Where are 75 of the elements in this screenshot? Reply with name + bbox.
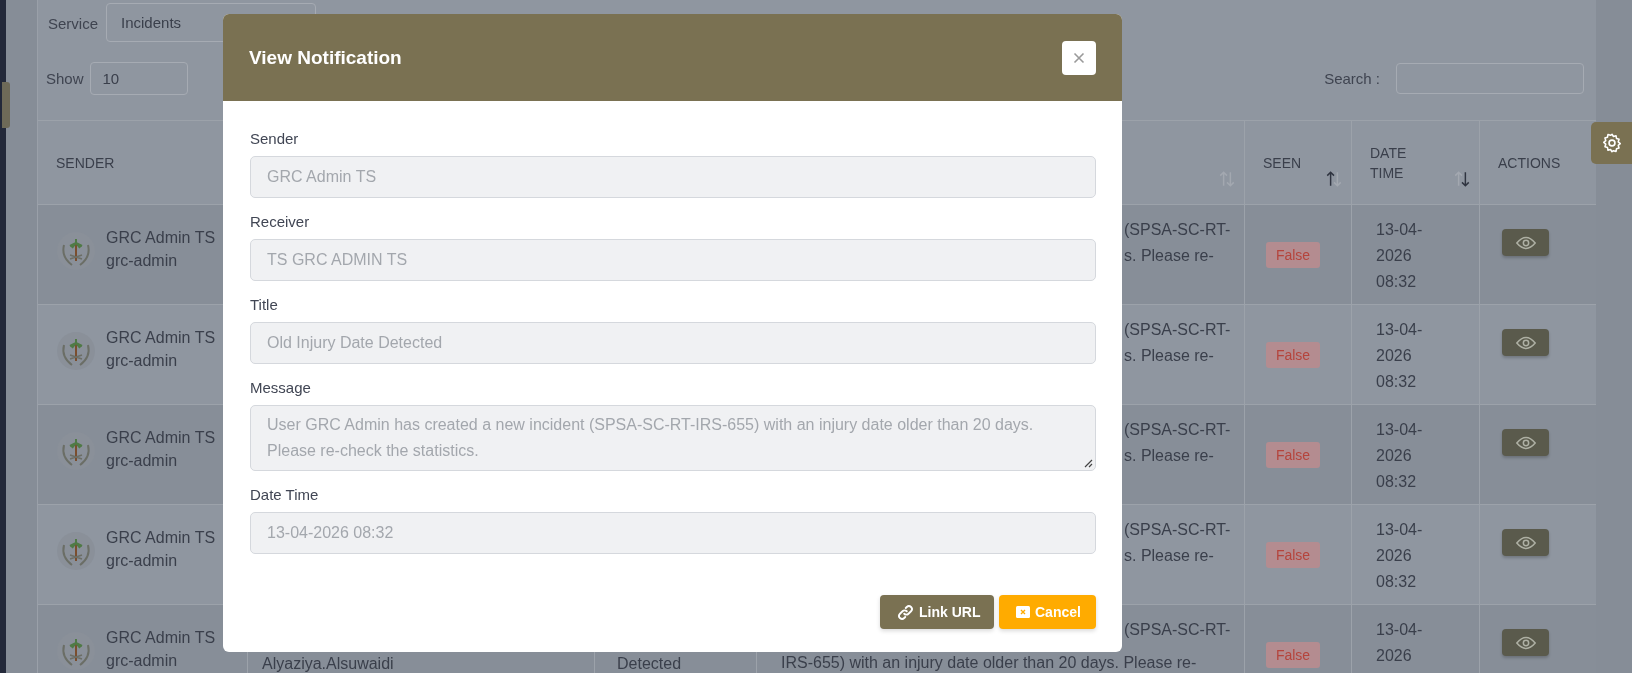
message-textarea[interactable]: User GRC Admin has created a new incident (SPSA-SC-RT-IRS-655) with an injury date older than 20 days. Please re-check the statistics. bbox=[250, 405, 1096, 471]
readonly-field[interactable]: 13-04-2026 08:32 bbox=[250, 512, 1096, 554]
column-header[interactable]: ACTIONS bbox=[1498, 152, 1561, 173]
date-time-text: 13-04-2026 08:32 bbox=[1376, 320, 1424, 392]
search-label: Search : bbox=[1324, 69, 1380, 87]
sender-name: GRC Admin TS bbox=[106, 328, 216, 348]
view-button[interactable] bbox=[1502, 429, 1549, 456]
date-time-text: 13-04-2026 08:32 bbox=[1376, 220, 1424, 292]
message-text: (SPSA-SC-RT- bbox=[1124, 420, 1230, 440]
column-header[interactable]: SENDER bbox=[56, 152, 115, 173]
service-label: Service bbox=[48, 14, 99, 32]
eye-icon bbox=[1515, 535, 1536, 550]
dialog-title: View Notification bbox=[249, 46, 402, 69]
view-button[interactable] bbox=[1502, 329, 1549, 356]
message-text: (SPSA-SC-RT- bbox=[1124, 320, 1230, 340]
sort-down-arrow-icon[interactable] bbox=[1461, 171, 1470, 187]
column-header[interactable]: SEEN bbox=[1263, 152, 1302, 173]
field-label: Message bbox=[250, 379, 312, 396]
message-text: s. Please re- bbox=[1124, 546, 1215, 566]
sort-up-arrow-icon[interactable] bbox=[1326, 171, 1335, 187]
sender-name: GRC Admin TS bbox=[106, 228, 216, 248]
message-text: s. Please re- bbox=[1124, 446, 1215, 466]
message-text: (SPSA-SC-RT- bbox=[1124, 520, 1230, 540]
sender-username: grc-admin bbox=[106, 451, 179, 471]
close-icon bbox=[1073, 51, 1085, 64]
sender-username: grc-admin bbox=[106, 251, 179, 271]
sidebar-toggle[interactable] bbox=[2, 82, 10, 128]
seen-badge: False bbox=[1265, 441, 1321, 468]
field-label: Sender bbox=[250, 130, 300, 147]
view-button[interactable] bbox=[1502, 529, 1549, 556]
seen-badge: False bbox=[1265, 241, 1321, 268]
seen-badge: False bbox=[1265, 541, 1321, 568]
seen-badge: False bbox=[1265, 641, 1321, 668]
sender-username: grc-admin bbox=[106, 651, 179, 671]
sender-name: GRC Admin TS bbox=[106, 528, 216, 548]
sender-username: grc-admin bbox=[106, 551, 179, 571]
readonly-field[interactable]: TS GRC ADMIN TS bbox=[250, 239, 1096, 281]
title-text: Detected bbox=[617, 655, 683, 673]
field-label: Title bbox=[250, 296, 279, 313]
close-button[interactable] bbox=[1062, 40, 1096, 75]
message-text: (SPSA-SC-RT- bbox=[1124, 620, 1230, 640]
seen-badge: False bbox=[1265, 341, 1321, 368]
field-label: Date Time bbox=[250, 486, 320, 503]
date-time-text: 13-04-2026 08:32 bbox=[1376, 520, 1424, 592]
sender-name: GRC Admin TS bbox=[106, 428, 216, 448]
receiver-text: Alyaziya.Alsuwaidi bbox=[262, 655, 395, 673]
show-select[interactable]: 10 bbox=[89, 61, 188, 95]
field-label: Receiver bbox=[250, 213, 311, 230]
view-button[interactable] bbox=[1502, 229, 1549, 256]
sender-username: grc-admin bbox=[106, 351, 179, 371]
link-url-button[interactable]: Link URL bbox=[880, 595, 994, 629]
message-text: s. Please re- bbox=[1124, 346, 1215, 366]
eye-icon bbox=[1515, 635, 1536, 650]
link-icon bbox=[897, 603, 914, 621]
readonly-field[interactable]: GRC Admin TS bbox=[250, 156, 1096, 198]
message-text: IRS-655) with an injury date older than 20 days. Please re- bbox=[781, 654, 1198, 672]
emblem-avatar-icon bbox=[56, 331, 96, 371]
message-text: (SPSA-SC-RT- bbox=[1124, 220, 1230, 240]
cancel-button[interactable]: Cancel bbox=[999, 595, 1096, 629]
eye-icon bbox=[1515, 435, 1536, 450]
readonly-field[interactable]: Old Injury Date Detected bbox=[250, 322, 1096, 364]
show-label: Show bbox=[46, 69, 84, 87]
settings-icon bbox=[1600, 132, 1623, 154]
resize-grip-icon[interactable] bbox=[1083, 458, 1093, 468]
eye-icon bbox=[1515, 235, 1536, 250]
view-button[interactable] bbox=[1502, 629, 1549, 656]
column-header[interactable]: DATE TIME bbox=[1370, 142, 1430, 183]
close-box-icon bbox=[1016, 606, 1030, 618]
date-time-text: 13-04-2026 08:32 bbox=[1376, 420, 1424, 492]
message-text: s. Please re- bbox=[1124, 246, 1215, 266]
eye-icon bbox=[1515, 335, 1536, 350]
sender-name: GRC Admin TS bbox=[106, 628, 216, 648]
settings-button[interactable] bbox=[1591, 122, 1632, 164]
emblem-avatar-icon bbox=[56, 531, 96, 571]
date-time-text: 13-04-2026 bbox=[1376, 620, 1424, 666]
